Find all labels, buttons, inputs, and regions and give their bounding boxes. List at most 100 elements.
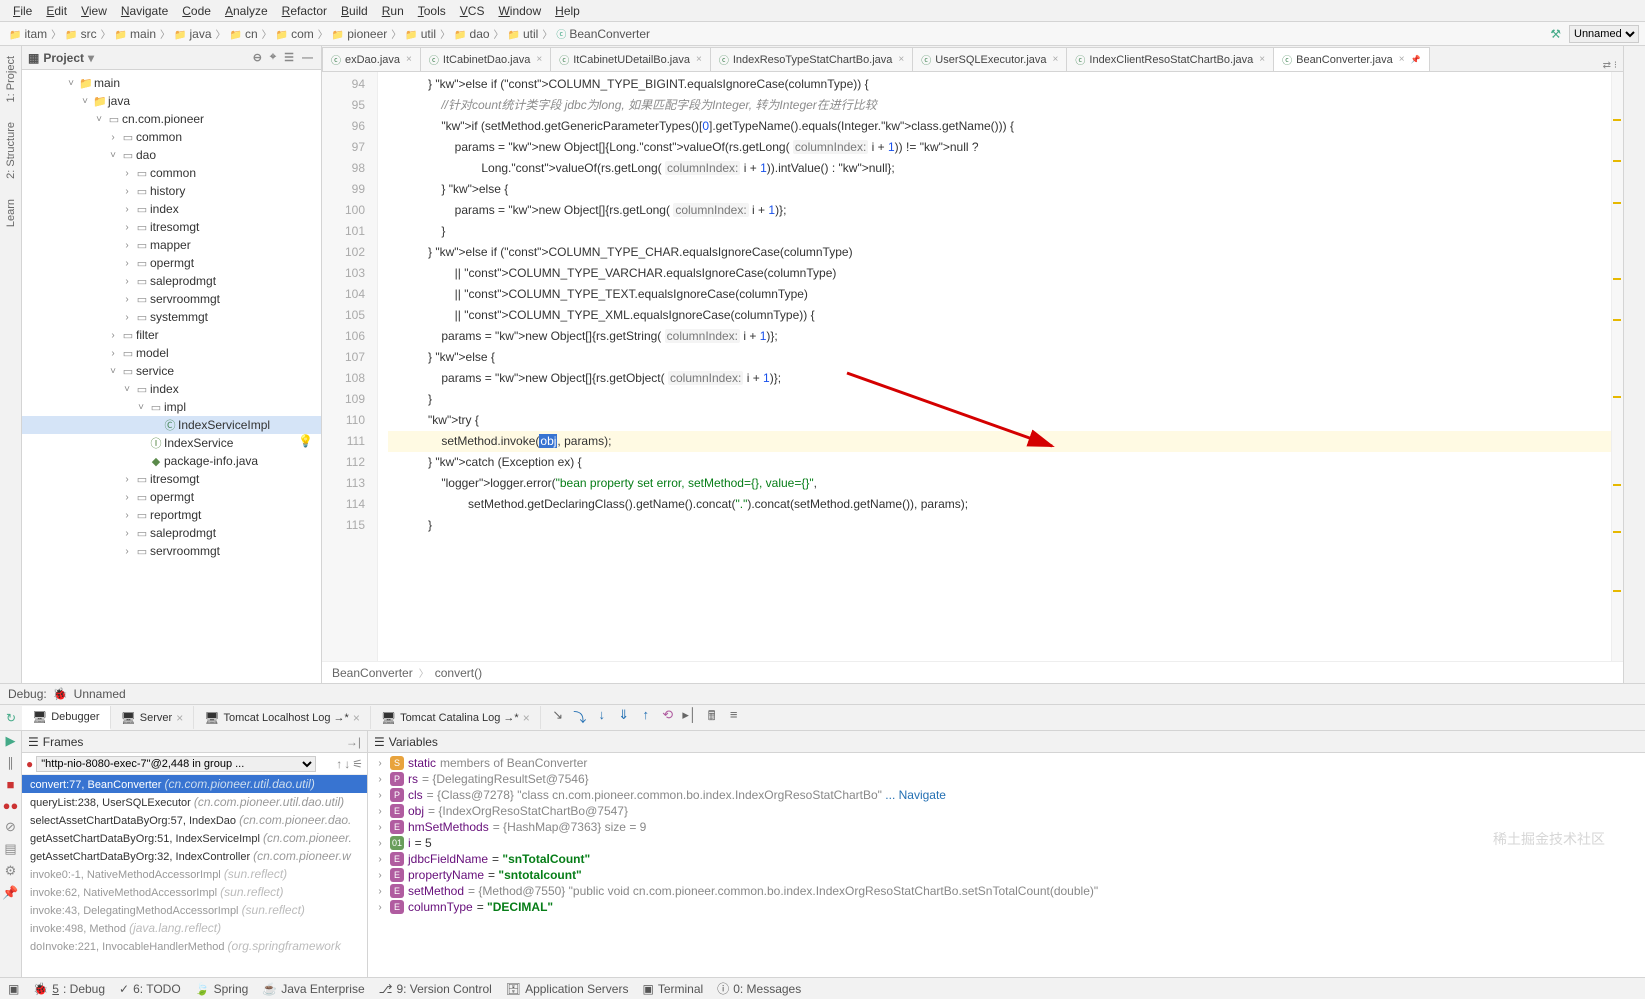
status-6-todo[interactable]: ✓6: TODO <box>119 982 181 996</box>
tree-main[interactable]: ˅📁main <box>22 74 321 92</box>
tab-ItCabinetDao.java[interactable]: ⓒItCabinetDao.java× <box>420 47 551 71</box>
frame-row[interactable]: invoke:62, NativeMethodAccessorImpl (sun… <box>22 883 367 901</box>
step-into-icon[interactable]: ↓ <box>593 707 611 729</box>
tab-UserSQLExecutor.java[interactable]: ⓒUserSQLExecutor.java× <box>912 47 1067 71</box>
filter-icon[interactable]: ⚟ <box>352 757 363 771</box>
status-9-version-control[interactable]: ⎇9: Version Control <box>379 982 492 996</box>
frame-row[interactable]: invoke:498, Method (java.lang.reflect) <box>22 919 367 937</box>
thread-dropdown[interactable]: "http-nio-8080-exec-7"@2,448 in group ..… <box>36 756 316 772</box>
tree-service[interactable]: ˅▭service <box>22 362 321 380</box>
tree-cn-com-pioneer[interactable]: ˅▭cn.com.pioneer <box>22 110 321 128</box>
debug-tab-debugger[interactable]: 🖥Debugger <box>22 706 111 730</box>
view-breakpoints-icon[interactable]: ●● <box>3 798 19 813</box>
tree-itresomgt[interactable]: ›▭itresomgt <box>22 218 321 236</box>
menu-file[interactable]: File <box>6 2 39 20</box>
collapse-icon[interactable]: ⊖ <box>251 51 264 64</box>
mute-breakpoints-icon[interactable]: ⊘ <box>5 819 16 835</box>
tree-opermgt[interactable]: ›▭opermgt <box>22 254 321 272</box>
status-5-debug[interactable]: 🐞5: Debug <box>33 982 105 996</box>
tree-saleprodmgt[interactable]: ›▭saleprodmgt <box>22 524 321 542</box>
tree-itresomgt[interactable]: ›▭itresomgt <box>22 470 321 488</box>
settings-icon[interactable]: ⚙ <box>5 863 17 879</box>
var-cls[interactable]: ›P cls = {Class@7278} "class cn.com.pion… <box>368 787 1645 803</box>
status-java-enterprise[interactable]: ☕Java Enterprise <box>262 982 364 996</box>
tab-BeanConverter.java[interactable]: ⓒBeanConverter.java× <box>1273 47 1429 71</box>
var-propertyName[interactable]: ›E propertyName = "sntotalcount" <box>368 867 1645 883</box>
error-stripe[interactable] <box>1611 72 1623 661</box>
editor-tabs[interactable]: ⓒexDao.java×ⓒItCabinetDao.java×ⓒItCabine… <box>322 46 1623 72</box>
crumb-com[interactable]: com <box>273 27 317 41</box>
build-icon[interactable]: ⚒ <box>1550 27 1561 41</box>
menu-view[interactable]: View <box>74 2 114 20</box>
tree-saleprodmgt[interactable]: ›▭saleprodmgt <box>22 272 321 290</box>
debug-tab-tomcat-catalina-log-[interactable]: 🖥Tomcat Catalina Log →* × <box>371 706 541 729</box>
project-tree[interactable]: ˅📁main˅📁java˅▭cn.com.pioneer›▭common˅▭da… <box>22 70 321 683</box>
frame-row[interactable]: doInvoke:221, InvocableHandlerMethod (or… <box>22 937 367 955</box>
debug-step-toolbar[interactable]: ↘ ⤵ ↓ ⇓ ↑ ⟲ ▸│ 🖩 ≡ <box>541 707 751 729</box>
stop-icon[interactable]: ■ <box>7 777 15 792</box>
prev-frame-icon[interactable]: ↑ <box>336 757 342 771</box>
close-icon[interactable]: × <box>406 54 412 65</box>
evaluate-icon[interactable]: 🖩 <box>703 707 721 729</box>
menu-help[interactable]: Help <box>548 2 587 20</box>
tree-servroommgt[interactable]: ›▭servroommgt <box>22 290 321 308</box>
frames-list[interactable]: convert:77, BeanConverter (cn.com.pionee… <box>22 775 367 977</box>
code-area[interactable]: } "kw">else if ("const">COLUMN_TYPE_BIGI… <box>378 72 1611 661</box>
crumb-pioneer[interactable]: pioneer <box>329 27 390 41</box>
crumb-BeanConverter[interactable]: BeanConverter <box>553 26 653 41</box>
tree-package-info-java[interactable]: ◆package-info.java <box>22 452 321 470</box>
step-out-icon[interactable]: ↑ <box>637 707 655 729</box>
tool-1-project[interactable]: 1: Project <box>5 56 17 102</box>
status-0-messages[interactable]: ⓘ0: Messages <box>717 980 801 997</box>
var-columnType[interactable]: ›E columnType = "DECIMAL" <box>368 899 1645 915</box>
close-icon[interactable]: × <box>1259 54 1265 65</box>
tree-dao[interactable]: ˅▭dao <box>22 146 321 164</box>
tab-ItCabinetUDetailBo.java[interactable]: ⓒItCabinetUDetailBo.java× <box>550 47 711 71</box>
tab-exDao.java[interactable]: ⓒexDao.java× <box>322 47 421 71</box>
frame-row[interactable]: invoke0:-1, NativeMethodAccessorImpl (su… <box>22 865 367 883</box>
crumb-itam[interactable]: itam <box>6 27 50 41</box>
crumb-dao[interactable]: dao <box>451 27 492 41</box>
editor-crumb-1[interactable]: convert() <box>435 666 482 680</box>
hide-icon[interactable]: — <box>300 52 315 64</box>
var-jdbcFieldName[interactable]: ›E jdbcFieldName = "snTotalCount" <box>368 851 1645 867</box>
tab-IndexClientResoStatChartBo.java[interactable]: ⓒIndexClientResoStatChartBo.java× <box>1066 47 1274 71</box>
crumb-main[interactable]: main <box>112 27 159 41</box>
var-setMethod[interactable]: ›E setMethod = {Method@7550} "public voi… <box>368 883 1645 899</box>
pause-icon[interactable]: ∥ <box>7 755 14 771</box>
close-icon[interactable]: × <box>1053 54 1059 65</box>
resume-icon[interactable]: ▶ <box>6 733 16 749</box>
debug-actions[interactable]: ▶ ∥ ■ ●● ⊘ ▤ ⚙ 📌 <box>0 731 22 977</box>
close-icon[interactable]: × <box>1399 54 1405 65</box>
run-config-select[interactable]: Unnamed <box>1569 25 1639 43</box>
force-step-into-icon[interactable]: ⇓ <box>615 707 633 729</box>
drop-frame-icon[interactable]: ⟲ <box>659 707 677 729</box>
tree-systemmgt[interactable]: ›▭systemmgt <box>22 308 321 326</box>
debug-tab-server[interactable]: 🖥Server × <box>111 706 195 729</box>
crumb-cn[interactable]: cn <box>227 27 261 41</box>
tree-model[interactable]: ›▭model <box>22 344 321 362</box>
menu-tools[interactable]: Tools <box>411 2 453 20</box>
tree-java[interactable]: ˅📁java <box>22 92 321 110</box>
status-spring[interactable]: 🍃Spring <box>195 982 249 996</box>
tab-IndexResoTypeStatChartBo.java[interactable]: ⓒIndexResoTypeStatChartBo.java× <box>710 47 913 71</box>
crumb-java[interactable]: java <box>171 27 214 41</box>
show-exec-icon[interactable]: ↘ <box>549 707 567 729</box>
menu-navigate[interactable]: Navigate <box>114 2 175 20</box>
tree-filter[interactable]: ›▭filter <box>22 326 321 344</box>
tool-learn[interactable]: Learn <box>5 199 17 227</box>
run-to-cursor-icon[interactable]: ▸│ <box>681 707 699 729</box>
locate-icon[interactable]: ⌖ <box>268 51 278 64</box>
frame-row[interactable]: queryList:238, UserSQLExecutor (cn.com.p… <box>22 793 367 811</box>
menu-window[interactable]: Window <box>491 2 548 20</box>
var-static[interactable]: ›S static members of BeanConverter <box>368 755 1645 771</box>
tree-common[interactable]: ›▭common <box>22 128 321 146</box>
var-obj[interactable]: ›E obj = {IndexOrgResoStatChartBo@7547} <box>368 803 1645 819</box>
layout-icon[interactable]: ▤ <box>4 841 16 857</box>
frame-row[interactable]: getAssetChartDataByOrg:32, IndexControll… <box>22 847 367 865</box>
menu-build[interactable]: Build <box>334 2 375 20</box>
var-i[interactable]: ›01 i = 5 <box>368 835 1645 851</box>
close-icon[interactable]: × <box>898 54 904 65</box>
close-icon[interactable]: × <box>536 54 542 65</box>
tree-mapper[interactable]: ›▭mapper <box>22 236 321 254</box>
